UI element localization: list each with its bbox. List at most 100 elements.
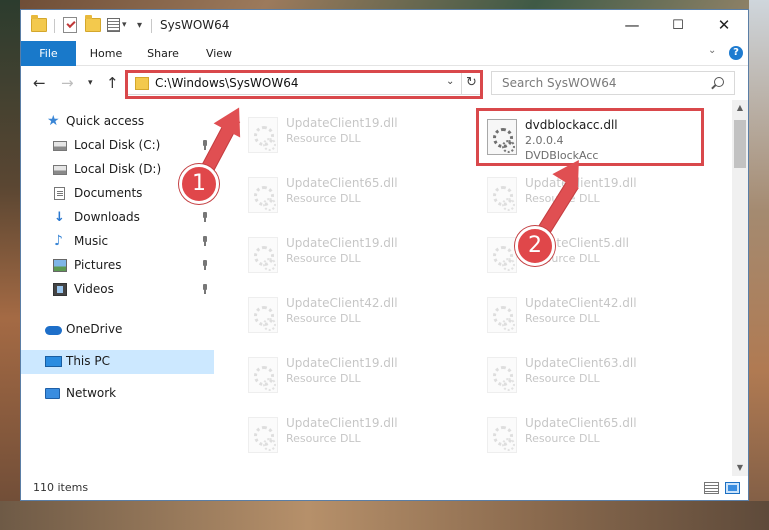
- step-badge-2: 2: [515, 226, 555, 266]
- list-item[interactable]: UpdateClient42.dll Resource DLL: [479, 290, 707, 342]
- file-name: UpdateClient19.dll: [286, 356, 398, 370]
- file-name: UpdateClient42.dll: [525, 296, 637, 310]
- sidebar-item-onedrive[interactable]: OneDrive: [21, 318, 214, 342]
- disk-icon: [53, 165, 67, 175]
- sidebar-item-videos[interactable]: Videos: [21, 278, 214, 302]
- search-icon[interactable]: [714, 77, 724, 87]
- tab-share[interactable]: Share: [138, 41, 188, 66]
- cloud-icon: [45, 326, 62, 335]
- sidebar-item-local-disk-c[interactable]: Local Disk (C:): [21, 134, 214, 158]
- navigation-pane: ★ Quick access Local Disk (C:) Local Dis…: [21, 110, 214, 472]
- dll-file-icon: [487, 297, 517, 333]
- folder-icon[interactable]: [31, 15, 47, 32]
- list-item[interactable]: UpdateClient63.dll Resource DLL: [479, 350, 707, 402]
- back-button[interactable]: ←: [33, 74, 46, 92]
- file-name: UpdateClient19.dll: [286, 416, 398, 430]
- minimize-button[interactable]: —: [609, 10, 655, 41]
- file-name: UpdateClient19.dll: [286, 236, 398, 250]
- help-icon[interactable]: ?: [729, 46, 743, 60]
- sidebar-item-this-pc[interactable]: This PC: [21, 350, 214, 374]
- file-name: UpdateClient65.dll: [525, 416, 637, 430]
- chevron-down-icon[interactable]: ▾: [122, 20, 127, 30]
- dll-file-icon: [487, 357, 517, 393]
- sidebar-item-label: Local Disk (D:): [74, 162, 162, 176]
- dll-file-icon: [248, 417, 278, 453]
- sidebar-item-network[interactable]: Network: [21, 382, 214, 406]
- file-name: UpdateClient19.dll: [286, 116, 398, 130]
- list-item[interactable]: UpdateClient19.dll Resource DLL: [240, 350, 468, 402]
- expand-ribbon-icon[interactable]: ⌄: [708, 45, 716, 56]
- address-bar-highlight: [125, 70, 483, 99]
- tab-view[interactable]: View: [195, 41, 243, 66]
- search-box[interactable]: Search SysWOW64: [491, 71, 735, 95]
- properties-icon[interactable]: [107, 18, 120, 32]
- tab-home[interactable]: Home: [80, 41, 132, 66]
- sidebar-item-label: This PC: [66, 354, 110, 368]
- dll-file-icon: [248, 357, 278, 393]
- checkmark-properties-icon[interactable]: [63, 17, 77, 33]
- pin-icon[interactable]: [201, 212, 209, 222]
- scroll-up-icon[interactable]: ▲: [732, 100, 748, 116]
- status-bar: 110 items: [21, 476, 748, 500]
- close-button[interactable]: ✕: [701, 10, 747, 41]
- sidebar-item-pictures[interactable]: Pictures: [21, 254, 214, 278]
- sidebar-item-quick-access[interactable]: ★ Quick access: [21, 110, 214, 134]
- tab-file[interactable]: File: [21, 41, 76, 66]
- pin-icon[interactable]: [201, 260, 209, 270]
- large-icons-view-icon[interactable]: [725, 482, 740, 494]
- list-item[interactable]: UpdateClient19.dll Resource DLL: [240, 410, 468, 462]
- file-explorer-window: ▾ ▾ SysWOW64 — ☐ ✕ File Home Share View …: [20, 9, 749, 501]
- videos-icon: [53, 283, 67, 296]
- toolbar-separator: [54, 19, 55, 33]
- dll-file-icon: [248, 117, 278, 153]
- computer-icon: [45, 356, 62, 367]
- forward-button[interactable]: →: [61, 74, 74, 92]
- list-item[interactable]: UpdateClient42.dll Resource DLL: [240, 290, 468, 342]
- pin-icon[interactable]: [201, 284, 209, 294]
- downloads-icon: ↓: [54, 210, 65, 225]
- scrollbar-thumb[interactable]: [734, 120, 746, 168]
- sidebar-item-label: Downloads: [74, 210, 140, 224]
- dll-file-icon: [487, 417, 517, 453]
- pin-icon[interactable]: [201, 236, 209, 246]
- maximize-button[interactable]: ☐: [655, 10, 701, 41]
- dll-file-icon: [487, 237, 517, 273]
- file-name: UpdateClient63.dll: [525, 356, 637, 370]
- sidebar-item-label: Network: [66, 386, 117, 400]
- file-name: UpdateClient65.dll: [286, 176, 398, 190]
- list-item[interactable]: UpdateClient5.dll Resource DLL: [479, 230, 707, 282]
- new-folder-icon[interactable]: [85, 15, 101, 32]
- search-input[interactable]: Search SysWOW64: [502, 76, 616, 90]
- list-item[interactable]: UpdateClient65.dll Resource DLL: [240, 170, 468, 222]
- file-type: Resource DLL: [525, 372, 600, 385]
- file-type: Resource DLL: [286, 192, 361, 205]
- sidebar-item-downloads[interactable]: ↓ Downloads: [21, 206, 214, 230]
- desktop-background-left: [0, 0, 20, 530]
- file-type: Resource DLL: [525, 312, 600, 325]
- sidebar-item-label: Music: [74, 234, 109, 248]
- music-icon: ♪: [54, 233, 63, 249]
- title-bar: ▾ ▾ SysWOW64 — ☐ ✕: [21, 10, 748, 41]
- ribbon-tabs: File Home Share View ⌄ ?: [21, 41, 748, 66]
- pictures-icon: [53, 259, 67, 272]
- scroll-down-icon[interactable]: ▼: [732, 460, 748, 476]
- dll-file-icon: [248, 297, 278, 333]
- network-icon: [45, 388, 60, 399]
- file-type: Resource DLL: [525, 432, 600, 445]
- item-count: 110 items: [33, 481, 89, 494]
- file-type: Resource DLL: [286, 252, 361, 265]
- dll-file-icon: [248, 177, 278, 213]
- sidebar-item-label: Videos: [74, 282, 114, 296]
- list-item[interactable]: UpdateClient19.dll Resource DLL: [479, 170, 707, 222]
- pin-icon[interactable]: [201, 140, 209, 150]
- star-icon: ★: [47, 113, 60, 129]
- vertical-scrollbar[interactable]: ▲ ▼: [732, 100, 748, 476]
- list-item[interactable]: UpdateClient19.dll Resource DLL: [240, 230, 468, 282]
- list-item[interactable]: UpdateClient19.dll Resource DLL: [240, 110, 468, 162]
- list-item[interactable]: UpdateClient65.dll Resource DLL: [479, 410, 707, 462]
- recent-locations-icon[interactable]: ▾: [88, 78, 93, 88]
- up-button[interactable]: ↑: [106, 74, 119, 92]
- sidebar-item-music[interactable]: ♪ Music: [21, 230, 214, 254]
- customize-toolbar-icon[interactable]: ▾: [137, 20, 142, 31]
- details-view-icon[interactable]: [704, 482, 719, 494]
